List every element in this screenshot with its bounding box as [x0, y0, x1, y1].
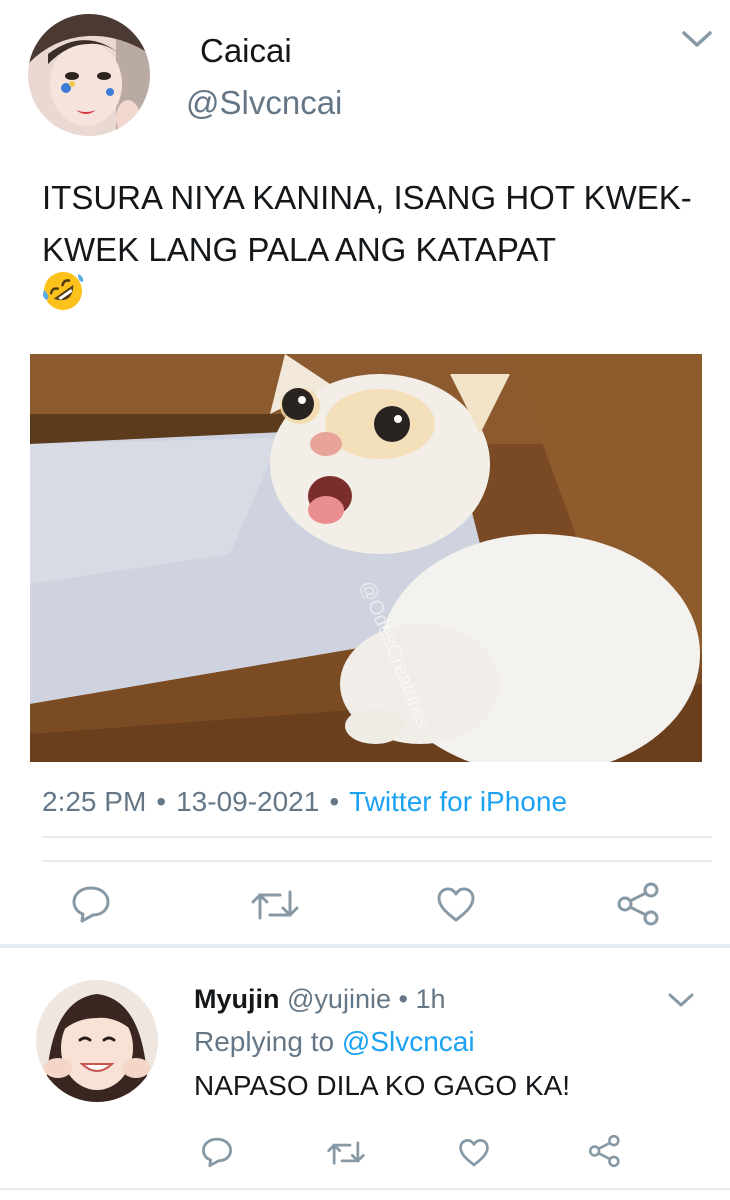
reply-author-avatar[interactable]	[36, 980, 158, 1102]
avatar-photo-image	[36, 980, 158, 1102]
reply-tweet: Myujin @yujinie • 1h Replying to @Slvcnc…	[0, 948, 730, 1200]
divider	[0, 1188, 730, 1190]
reply-author-name[interactable]: Myujin	[194, 984, 280, 1014]
tweet-image[interactable]: @OdesCreatures	[30, 354, 702, 762]
tweet-time: 2:25 PM	[42, 786, 147, 817]
reply-header: Myujin @yujinie • 1h	[194, 984, 446, 1015]
replying-to: Replying to @Slvcncai	[194, 1026, 475, 1058]
reply-icon[interactable]	[70, 884, 112, 929]
reply-separator: •	[398, 984, 408, 1014]
tweet-date: 13-09-2021	[176, 786, 320, 817]
tweet-meta: 2:25 PM • 13-09-2021 • Twitter for iPhone	[42, 786, 567, 818]
avatar-photo-image	[28, 14, 150, 136]
retweet-icon[interactable]	[250, 886, 300, 929]
divider	[42, 836, 712, 838]
rolling-on-floor-laughing-icon	[42, 270, 84, 312]
author-avatar[interactable]	[28, 14, 150, 136]
meta-separator: •	[156, 786, 167, 817]
reply-text: NAPASO DILA KO GAGO KA!	[194, 1070, 571, 1101]
tweet-source-link[interactable]: Twitter for iPhone	[349, 786, 567, 817]
share-icon[interactable]	[588, 1134, 622, 1173]
like-icon[interactable]	[458, 1138, 490, 1173]
tweet-text: ITSURA NIYA KANINA, ISANG HOT KWEK-KWEK …	[42, 179, 692, 268]
like-icon[interactable]	[436, 886, 476, 929]
main-tweet: Caicai @Slvcncai ITSURA NIYA KANINA, ISA…	[0, 0, 730, 948]
chevron-down-icon[interactable]	[666, 990, 696, 1010]
replying-to-label: Replying to	[194, 1026, 342, 1057]
author-name[interactable]: Caicai	[200, 32, 292, 70]
reply-author-handle[interactable]: @yujinie	[287, 984, 391, 1014]
share-icon[interactable]	[616, 882, 662, 931]
retweet-icon[interactable]	[326, 1138, 366, 1173]
author-handle[interactable]: @Slvcncai	[186, 84, 342, 122]
cat-photo: @OdesCreatures	[30, 354, 702, 762]
reply-icon[interactable]	[200, 1136, 234, 1173]
meta-separator: •	[329, 786, 340, 817]
chevron-down-icon[interactable]	[680, 28, 714, 50]
divider	[42, 860, 712, 862]
reply-time: 1h	[415, 984, 446, 1014]
replying-to-handle[interactable]: @Slvcncai	[342, 1026, 475, 1057]
